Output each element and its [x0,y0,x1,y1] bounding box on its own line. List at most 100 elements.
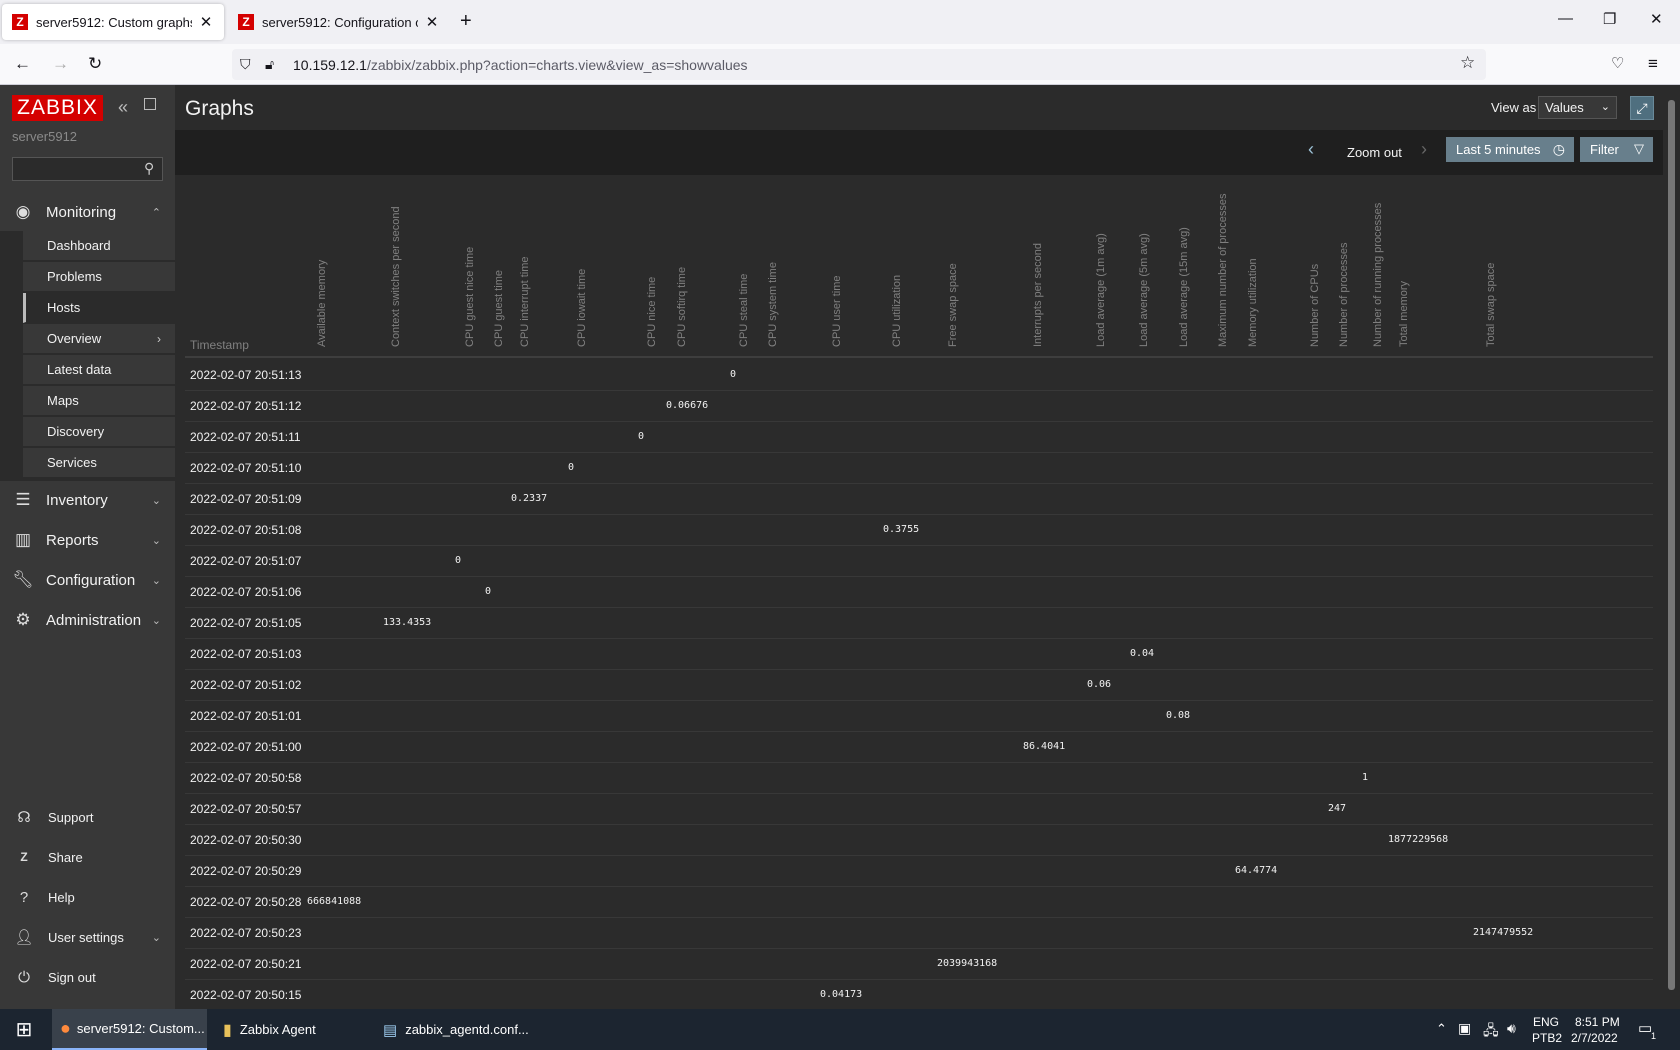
zabbix-logo[interactable]: ZABBIX [12,95,103,121]
menu-label: Configuration [46,571,136,589]
row-timestamp: 2022-02-07 20:51:11 [190,430,301,444]
new-tab-icon[interactable]: + [460,10,472,33]
tray-app-icon[interactable]: ▣ [1458,1020,1471,1037]
clock-date[interactable]: 2/7/2022 [1571,1031,1618,1045]
footer-label: Help [48,889,75,905]
app-menu-icon[interactable]: ≡ [1648,54,1658,74]
cell-value: 86.4041 [1023,741,1066,752]
submenu-label: Latest data [47,362,112,377]
row-timestamp: 2022-02-07 20:51:12 [190,399,302,413]
taskbar-notepad[interactable]: ▤ zabbix_agentd.conf... [375,1009,535,1050]
reload-icon[interactable]: ↻ [88,54,102,74]
firefox-icon: ● [60,1018,71,1038]
fullscreen-button[interactable]: ⤢ [1630,96,1654,120]
cell-value: 0 [485,586,492,597]
start-icon[interactable]: ⊞ [0,1009,48,1050]
table-row: 2022-02-07 20:50:57 247 [185,794,1653,825]
filter-button[interactable]: Filter ▽ [1580,137,1653,162]
close-tab-icon[interactable]: ✕ [198,13,214,31]
restore-icon[interactable]: ❐ [1603,10,1616,28]
footer-support[interactable]: ☊ Support [0,797,175,837]
shield-icon[interactable]: ⛉ [240,56,251,73]
row-timestamp: 2022-02-07 20:51:06 [190,585,302,599]
zabbix-favicon-icon: Z [238,14,254,30]
footer-help[interactable]: ? Help [0,877,175,917]
footer-user-settings[interactable]: 👤︎ User settings ⌄ [0,917,175,957]
keyboard-layout[interactable]: PTB2 [1532,1031,1562,1045]
wrench-icon: 🔧︎ [12,570,34,589]
time-period-label: Last 5 minutes [1456,142,1541,157]
table-row: 2022-02-07 20:51:10 0 [185,453,1653,484]
time-period-button[interactable]: Last 5 minutes ◷ [1446,137,1574,162]
sidebar-search-input[interactable] [12,157,163,181]
footer-share[interactable]: Z Share [0,837,175,877]
zoom-out-button[interactable]: Zoom out [1347,145,1402,160]
task-label: server5912: Custom... [76,1021,205,1036]
table-row: 2022-02-07 20:51:12 0.06676 [185,391,1653,422]
collapse-sidebar-icon[interactable]: « [118,97,128,118]
menu-reports[interactable]: ▥ Reports ⌄ [0,521,175,559]
submenu-latest-data[interactable]: Latest data [23,355,175,385]
tab-custom-graphs[interactable]: Z server5912: Custom graphs ✕ [2,4,224,40]
vertical-scrollbar[interactable] [1663,85,1680,1009]
tab-configuration[interactable]: Z server5912: Configuration of gra ✕ [228,4,450,40]
language-indicator[interactable]: ENG [1533,1015,1559,1029]
next-period-icon[interactable]: › [1421,139,1427,160]
submenu-overview[interactable]: Overview › [23,324,175,354]
url-text[interactable]: 10.159.12.1/zabbix/zabbix.php?action=cha… [293,57,748,73]
row-timestamp: 2022-02-07 20:50:28 [190,895,302,909]
submenu-problems[interactable]: Problems [23,262,175,292]
back-icon[interactable]: ← [14,54,31,74]
column-header: CPU system time [767,262,779,347]
search-icon[interactable]: ⚲ [144,160,154,177]
submenu-services[interactable]: Services [23,448,175,478]
column-header: CPU interrupt time [519,256,531,347]
menu-monitoring[interactable]: ◉ Monitoring ⌃ [0,193,175,231]
address-bar[interactable]: ⛉ 🔓︎ 10.159.12.1/zabbix/zabbix.php?actio… [232,49,1486,80]
table-row: 2022-02-07 20:51:06 0 [185,577,1653,608]
submenu-discovery[interactable]: Discovery [23,417,175,447]
menu-administration[interactable]: ⚙ Administration ⌄ [0,601,175,639]
lock-warning-icon[interactable]: 🔓︎ [265,56,274,73]
column-header: CPU nice time [646,276,658,347]
minimize-icon[interactable]: — [1558,10,1573,27]
row-timestamp: 2022-02-07 20:51:05 [190,616,302,630]
volume-icon[interactable]: 🔊︎ [1507,1020,1516,1037]
column-header: Interrupts per second [1032,243,1044,347]
row-timestamp: 2022-02-07 20:51:09 [190,492,302,506]
column-header: Load average (1m avg) [1095,233,1107,347]
table-row: 2022-02-07 20:51:13 0 [185,360,1653,391]
help-icon: ? [19,888,29,906]
submenu-hosts[interactable]: Hosts [23,293,175,323]
scrollbar-thumb[interactable] [1668,100,1675,990]
pocket-icon[interactable]: ♡ [1611,54,1624,72]
clock-time[interactable]: 8:51 PM [1575,1015,1620,1029]
filter-label: Filter [1590,142,1619,157]
table-row: 2022-02-07 20:50:23 2147479552 [185,918,1653,949]
column-header: CPU softirq time [676,266,688,347]
view-as-select[interactable]: Values ⌄ [1538,96,1617,119]
menu-configuration[interactable]: 🔧︎ Configuration ⌄ [0,561,175,599]
eye-icon: ◉ [15,202,31,221]
forward-icon[interactable]: → [52,54,69,74]
kiosk-mode-icon[interactable] [144,98,156,110]
bookmark-star-icon[interactable]: ☆ [1460,53,1475,73]
menu-label: Reports [46,531,99,549]
submenu-maps[interactable]: Maps [23,386,175,416]
chevron-down-icon: ⌄ [151,534,161,547]
menu-label: Administration [46,611,142,629]
taskbar-zabbix-agent-folder[interactable]: ▮ Zabbix Agent [215,1009,365,1050]
taskbar-firefox[interactable]: ● server5912: Custom... [52,1009,207,1050]
footer-sign-out[interactable]: ⏻ Sign out [0,957,175,997]
list-icon: ☰ [15,490,31,509]
previous-period-icon[interactable]: ‹ [1308,139,1314,160]
window-close-icon[interactable]: ✕ [1650,10,1663,28]
table-row: 2022-02-07 20:50:29 64.4774 [185,856,1653,887]
tray-overflow-icon[interactable]: ⌃ [1436,1021,1447,1037]
network-icon[interactable]: 🖧︎ [1483,1020,1499,1044]
table-row: 2022-02-07 20:51:08 0.3755 [185,515,1653,546]
submenu-dashboard[interactable]: Dashboard [23,231,175,261]
close-tab-icon[interactable]: ✕ [424,13,440,31]
clock-icon: ◷ [1552,141,1565,157]
menu-inventory[interactable]: ☰ Inventory ⌄ [0,481,175,519]
